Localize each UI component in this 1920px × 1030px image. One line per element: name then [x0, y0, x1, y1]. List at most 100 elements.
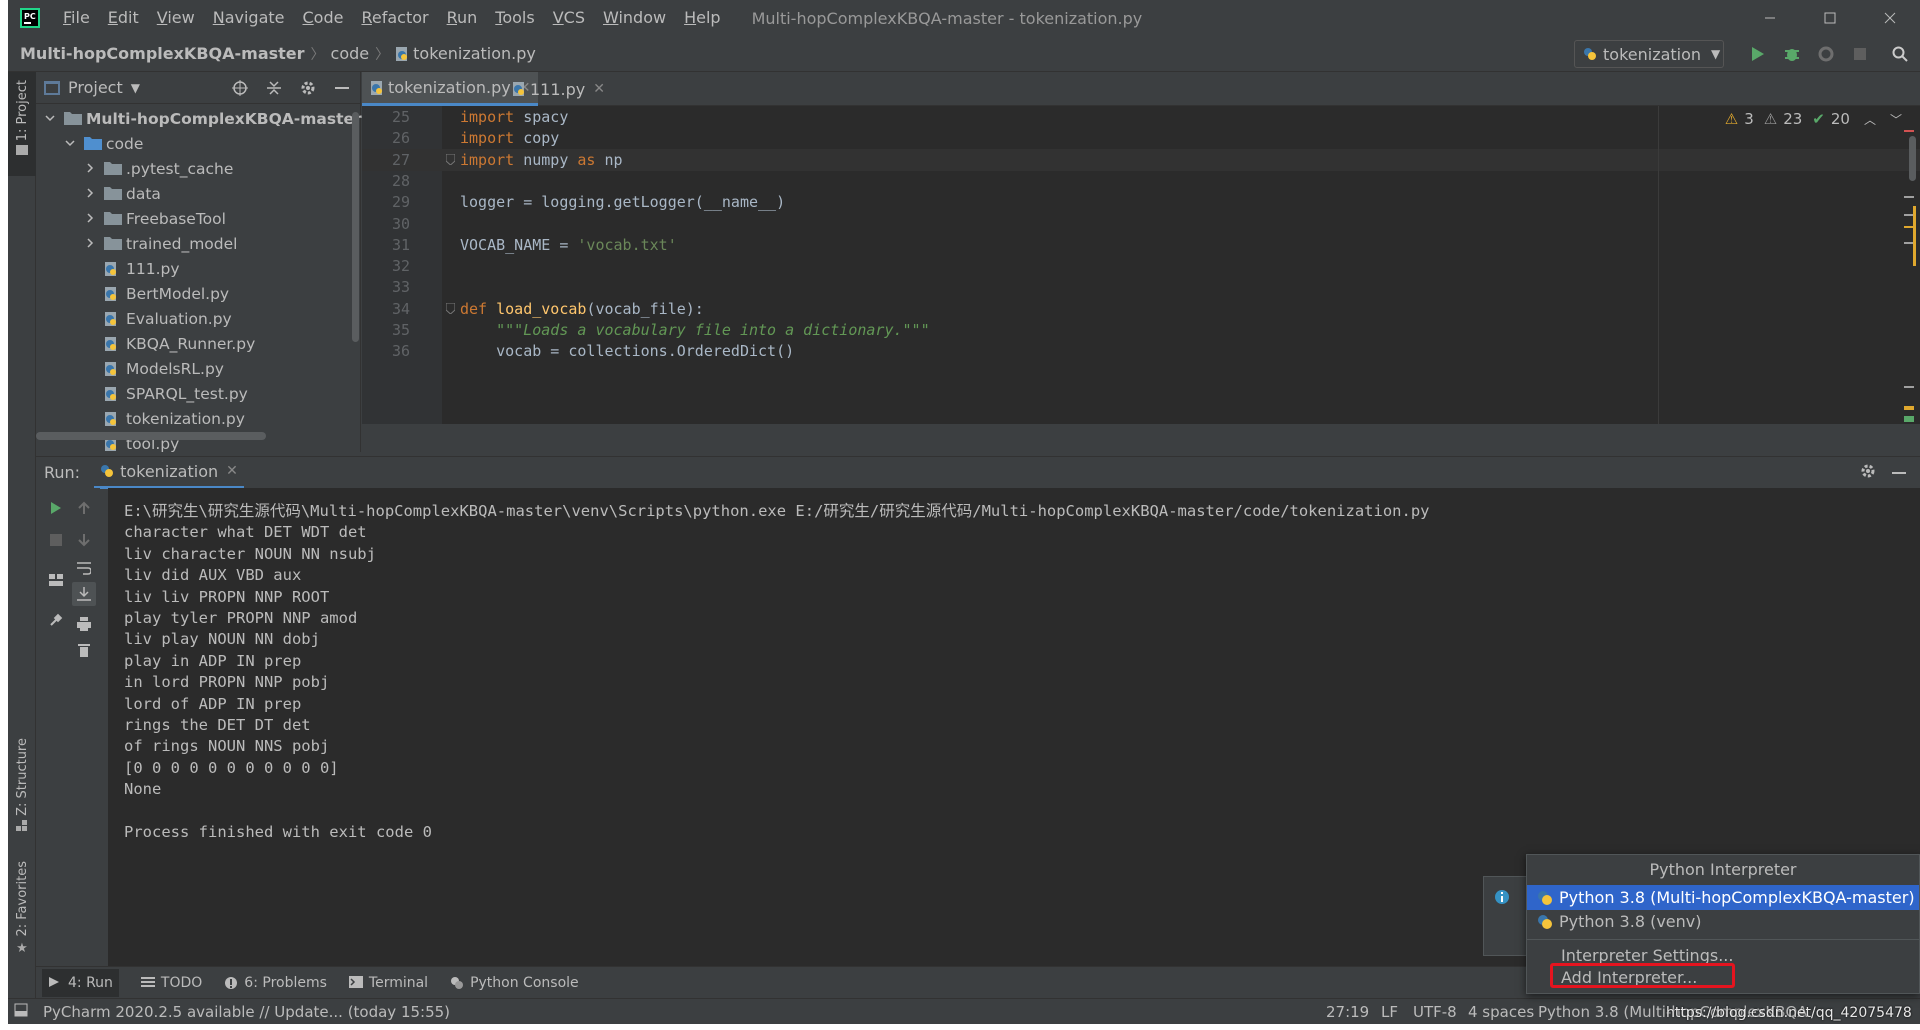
menu-navigate[interactable]: Navigate: [204, 0, 294, 36]
tool-tab-4-run[interactable]: 4: Run: [42, 968, 119, 997]
caret-position[interactable]: 27:19: [1326, 1003, 1369, 1021]
fold-marker-icon[interactable]: [446, 302, 455, 314]
scroll-thumb[interactable]: [1913, 206, 1916, 266]
code-line[interactable]: 32: [362, 255, 1920, 277]
tool-tab-todo[interactable]: TODO: [140, 975, 202, 991]
hide-panel-icon[interactable]: [330, 76, 354, 100]
menu-help[interactable]: Help: [675, 0, 729, 36]
chevron-right-icon[interactable]: [84, 237, 98, 251]
run-button[interactable]: [1746, 42, 1770, 66]
tree-item-sparql-test-py[interactable]: SPARQL_test.py: [104, 381, 248, 406]
menu-edit[interactable]: Edit: [99, 0, 148, 36]
code-line[interactable]: 25 import spacy: [362, 106, 1920, 128]
trash-icon[interactable]: [72, 638, 96, 662]
tool-tab-terminal[interactable]: Terminal: [348, 975, 428, 991]
tree-item-tokenization-py[interactable]: tokenization.py: [104, 406, 245, 431]
code-line[interactable]: 31 VOCAB_NAME = 'vocab.txt': [362, 234, 1920, 256]
gear-icon[interactable]: [296, 76, 320, 100]
locate-file-icon[interactable]: [228, 76, 252, 100]
tree-item-data[interactable]: data: [84, 181, 161, 206]
menu-file[interactable]: File: [54, 0, 99, 36]
previous-highlight-icon[interactable]: ︿: [1864, 111, 1876, 128]
chevron-right-icon[interactable]: [84, 212, 98, 226]
search-everywhere-icon[interactable]: [1888, 42, 1912, 66]
rerun-button[interactable]: [44, 496, 68, 520]
close-tab-icon[interactable]: ✕: [226, 463, 238, 479]
chevron-right-icon[interactable]: [84, 162, 98, 176]
interpreter-option[interactable]: Python 3.8 (Multi-hopComplexKBQA-master): [1527, 885, 1919, 910]
code-line[interactable]: 30: [362, 213, 1920, 235]
layout-icon[interactable]: [44, 568, 68, 592]
pin-tab-icon[interactable]: [44, 608, 68, 632]
code-line[interactable]: 26 import copy: [362, 127, 1920, 149]
next-highlight-icon[interactable]: ﹀: [1890, 111, 1902, 128]
down-arrow-icon[interactable]: [72, 528, 96, 552]
tree-item-evaluation-py[interactable]: Evaluation.py: [104, 306, 232, 331]
project-view-selector[interactable]: Project: [68, 78, 123, 97]
run-tab-tokenization[interactable]: tokenization ✕: [94, 457, 244, 489]
maximize-button[interactable]: [1800, 0, 1860, 36]
editor-tab-111-py[interactable]: 111.py ✕: [504, 72, 613, 106]
menu-tools[interactable]: Tools: [486, 0, 543, 36]
status-message[interactable]: PyCharm 2020.2.5 available // Update... …: [43, 1003, 450, 1021]
scroll-to-end-icon[interactable]: [72, 582, 96, 606]
menu-code[interactable]: Code: [294, 0, 353, 36]
tree-item-bertmodel-py[interactable]: BertModel.py: [104, 281, 229, 306]
tree-item-kbqa-runner-py[interactable]: KBQA_Runner.py: [104, 331, 255, 356]
favorites-tool-button[interactable]: 2: Favorites ★: [8, 856, 36, 956]
structure-tool-button[interactable]: Z: Structure: [8, 732, 36, 832]
fold-marker-icon[interactable]: [446, 153, 455, 165]
up-arrow-icon[interactable]: [72, 496, 96, 520]
print-icon[interactable]: [72, 612, 96, 636]
code-line[interactable]: 29 logger = logging.getLogger(__name__): [362, 191, 1920, 213]
code-line[interactable]: 34 def load_vocab(vocab_file):: [362, 298, 1920, 320]
notification-balloon[interactable]: [1483, 876, 1531, 956]
status-panel-icon[interactable]: [14, 1003, 28, 1017]
menu-run[interactable]: Run: [438, 0, 487, 36]
gear-icon[interactable]: [1860, 463, 1876, 479]
menu-window[interactable]: Window: [594, 0, 675, 36]
line-separator[interactable]: LF: [1381, 1003, 1398, 1021]
minimize-button[interactable]: [1740, 0, 1800, 36]
vertical-scrollbar[interactable]: [352, 112, 359, 342]
chevron-right-icon[interactable]: [84, 187, 98, 201]
soft-wrap-icon[interactable]: [72, 556, 96, 580]
stop-button[interactable]: [44, 528, 68, 552]
code-line[interactable]: 33: [362, 276, 1920, 298]
close-window-button[interactable]: [1860, 0, 1920, 36]
breadcrumb-file[interactable]: tokenization.py: [413, 44, 536, 63]
tree-item-code[interactable]: code: [64, 131, 143, 156]
code-line[interactable]: 36 vocab = collections.OrderedDict(): [362, 340, 1920, 362]
close-tab-icon[interactable]: ✕: [593, 81, 605, 97]
tree-root[interactable]: Multi-hopComplexKBQA-masterE:\: [44, 106, 388, 131]
code-editor[interactable]: 25 import spacy 26 import copy 27 import nump…: [362, 106, 1920, 424]
tree-item-modelsrl-py[interactable]: ModelsRL.py: [104, 356, 224, 381]
tree-item-pytest-cache[interactable]: .pytest_cache: [84, 156, 233, 181]
code-line[interactable]: 27 import numpy as np: [362, 148, 1920, 171]
horizontal-scrollbar[interactable]: [36, 432, 266, 440]
tool-tab-python-console[interactable]: Python Console: [450, 975, 579, 991]
breadcrumb-folder[interactable]: code: [331, 44, 370, 63]
tree-item-111-py[interactable]: 111.py: [104, 256, 180, 281]
code-line[interactable]: 28: [362, 170, 1920, 192]
editor-scrollbar[interactable]: [1909, 136, 1916, 181]
error-stripe[interactable]: [1902, 126, 1916, 426]
hide-panel-icon[interactable]: [1892, 471, 1906, 475]
inspection-widget[interactable]: ⚠ 3 ⚠ 23 ✔ 20 ︿ ﹀: [1725, 110, 1902, 128]
coverage-button[interactable]: [1814, 42, 1838, 66]
interpreter-option[interactable]: Python 3.8 (venv): [1527, 909, 1919, 934]
chevron-down-icon[interactable]: [64, 137, 78, 151]
tree-item-freebasetool[interactable]: FreebaseTool: [84, 206, 226, 231]
tree-item-trained-model[interactable]: trained_model: [84, 231, 237, 256]
indent-setting[interactable]: 4 spaces: [1468, 1003, 1534, 1021]
chevron-down-icon[interactable]: ▼: [131, 81, 140, 95]
debug-button[interactable]: [1780, 42, 1804, 66]
run-configuration-selector[interactable]: tokenization ▼: [1574, 40, 1724, 68]
stop-button[interactable]: [1848, 42, 1872, 66]
chevron-down-icon[interactable]: [44, 112, 58, 126]
menu-refactor[interactable]: Refactor: [352, 0, 437, 36]
menu-view[interactable]: View: [148, 0, 204, 36]
code-line[interactable]: 35 """Loads a vocabulary file into a dic…: [362, 319, 1920, 341]
collapse-all-icon[interactable]: [262, 76, 286, 100]
menu-vcs[interactable]: VCS: [544, 0, 594, 36]
